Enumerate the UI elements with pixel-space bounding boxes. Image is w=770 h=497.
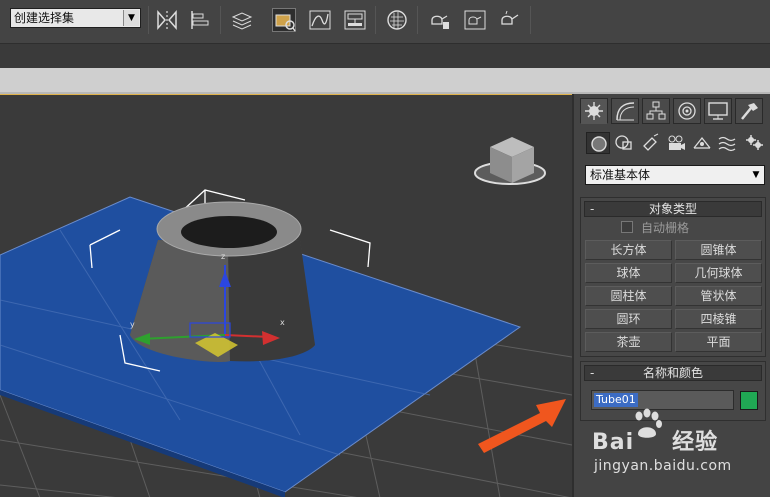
- viewcube-icon[interactable]: [474, 137, 546, 185]
- utilities-tab[interactable]: [735, 98, 763, 124]
- object-name-value: Tube01: [594, 393, 638, 407]
- modify-tab[interactable]: [611, 98, 639, 124]
- create-subcategory-bar: [584, 132, 764, 156]
- watermark-url: jingyan.baidu.com: [594, 458, 732, 474]
- autogrid-checkbox[interactable]: 自动栅格: [621, 220, 689, 236]
- align-icon[interactable]: [188, 8, 212, 32]
- baidu-watermark: Bai 经验 jingyan.baidu.com: [592, 408, 762, 488]
- main-toolbar: 创建选择集 ▼: [0, 0, 770, 44]
- schematic-view-icon[interactable]: [343, 8, 367, 32]
- object-type-header[interactable]: - 对象类型: [584, 201, 762, 217]
- systems-icon[interactable]: [742, 132, 766, 154]
- watermark-brand: Bai 经验: [592, 424, 718, 456]
- object-type-title: 对象类型: [648, 202, 697, 216]
- display-tab[interactable]: [704, 98, 732, 124]
- viewport-scene: y x z: [0, 137, 572, 497]
- perspective-viewport[interactable]: y x z: [0, 94, 572, 497]
- tube-button[interactable]: 管状体: [675, 286, 762, 306]
- pyramid-button[interactable]: 四棱锥: [675, 309, 762, 329]
- watermark-brand-a: Bai: [592, 430, 635, 455]
- render-icon[interactable]: [498, 8, 522, 32]
- ribbon-strip: [0, 44, 770, 68]
- collapse-icon[interactable]: -: [590, 366, 594, 380]
- toolbar-separator: [417, 6, 418, 34]
- teapot-button[interactable]: 茶壶: [585, 332, 672, 352]
- svg-text:z: z: [221, 252, 225, 261]
- scene-explorer-icon[interactable]: [272, 8, 296, 32]
- hierarchy-tab[interactable]: [642, 98, 670, 124]
- chevron-down-icon[interactable]: ▼: [749, 167, 763, 183]
- selection-set-dropdown[interactable]: 创建选择集 ▼: [10, 8, 141, 28]
- torus-button[interactable]: 圆环: [585, 309, 672, 329]
- geosphere-button[interactable]: 几何球体: [675, 263, 762, 283]
- annotation-arrow: [478, 399, 566, 453]
- svg-text:x: x: [280, 318, 285, 327]
- svg-text:y: y: [130, 320, 135, 329]
- space-warps-icon[interactable]: [716, 132, 740, 154]
- motion-tab[interactable]: [673, 98, 701, 124]
- collapse-icon[interactable]: -: [590, 202, 594, 216]
- name-color-header[interactable]: - 名称和颜色: [584, 365, 762, 381]
- cone-button[interactable]: 圆锥体: [675, 240, 762, 260]
- shapes-icon[interactable]: [612, 132, 636, 154]
- object-name-field[interactable]: Tube01: [591, 390, 734, 410]
- render-setup-icon[interactable]: [428, 8, 452, 32]
- material-editor-icon[interactable]: [385, 8, 409, 32]
- create-tab[interactable]: [580, 98, 608, 124]
- lights-icon[interactable]: [638, 132, 662, 154]
- selection-set-label: 创建选择集: [14, 11, 75, 25]
- toolbar-separator: [530, 6, 531, 34]
- plane-button[interactable]: 平面: [675, 332, 762, 352]
- geometry-icon[interactable]: [586, 132, 610, 154]
- rendered-frame-icon[interactable]: [463, 8, 487, 32]
- autogrid-label: 自动栅格: [641, 221, 690, 235]
- viewport-label-bar: [0, 68, 770, 94]
- name-color-title: 名称和颜色: [642, 366, 703, 380]
- primitive-category-dropdown[interactable]: 标准基本体 ▼: [585, 165, 765, 185]
- sphere-button[interactable]: 球体: [585, 263, 672, 283]
- cylinder-button[interactable]: 圆柱体: [585, 286, 672, 306]
- chevron-down-icon[interactable]: ▼: [123, 10, 139, 26]
- cameras-icon[interactable]: [664, 132, 688, 154]
- mirror-icon[interactable]: [155, 8, 179, 32]
- box-button[interactable]: 长方体: [585, 240, 672, 260]
- checkbox-icon[interactable]: [621, 221, 633, 233]
- layer-manager-icon[interactable]: [230, 8, 254, 32]
- category-value: 标准基本体: [590, 168, 651, 182]
- command-panel-tabs: [580, 98, 768, 124]
- curve-editor-icon[interactable]: [308, 8, 332, 32]
- toolbar-separator: [220, 6, 221, 34]
- helpers-icon[interactable]: [690, 132, 714, 154]
- toolbar-separator: [148, 6, 149, 34]
- toolbar-separator: [375, 6, 376, 34]
- watermark-brand-b: 经验: [672, 430, 719, 455]
